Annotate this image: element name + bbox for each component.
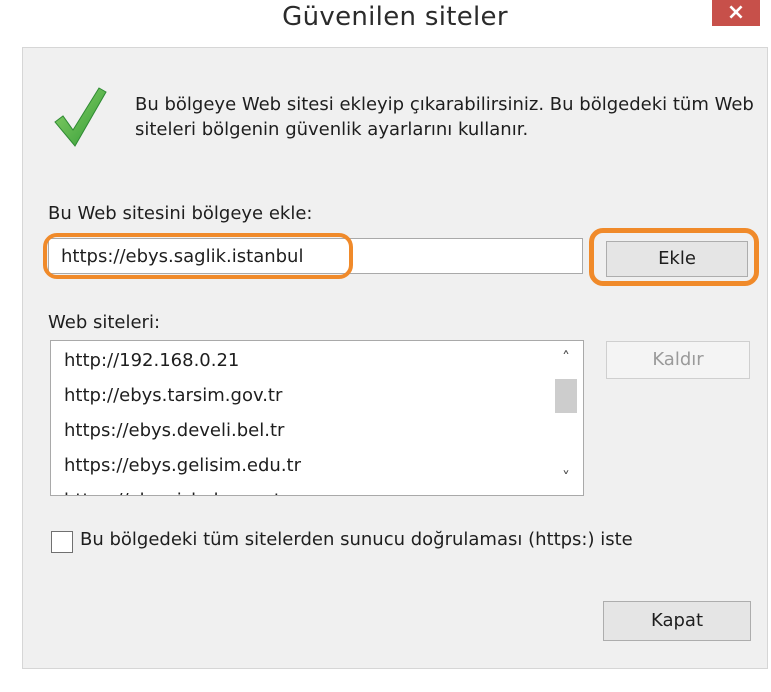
site-list-items: http://192.168.0.21 http://ebys.tarsim.g… bbox=[64, 346, 544, 495]
site-url-input[interactable] bbox=[48, 238, 583, 274]
add-site-label: Bu Web sitesini bölgeye ekle: bbox=[48, 203, 313, 224]
https-option-label: Bu bölgedeki tüm sitelerden sunucu doğru… bbox=[80, 529, 633, 550]
info-text: Bu bölgeye Web sitesi ekleyip çıkarabili… bbox=[135, 94, 754, 140]
dialog-content: Bu bölgeye Web sitesi ekleyip çıkarabili… bbox=[22, 47, 768, 669]
scroll-down-icon[interactable]: ˅ bbox=[549, 461, 583, 495]
close-button[interactable]: Kapat bbox=[603, 601, 751, 641]
list-item[interactable]: http://ebys.tarsim.gov.tr bbox=[64, 381, 544, 416]
list-item[interactable]: https://ebys.ishak.com.tr bbox=[64, 486, 544, 495]
list-item[interactable]: https://ebys.gelisim.edu.tr bbox=[64, 451, 544, 486]
list-scrollbar[interactable]: ˄ ˅ bbox=[549, 341, 583, 495]
list-item[interactable]: http://192.168.0.21 bbox=[64, 346, 544, 381]
title-bar: Güvenilen siteler × bbox=[0, 0, 771, 40]
window-edge bbox=[0, 40, 4, 692]
scroll-up-icon[interactable]: ˄ bbox=[549, 341, 583, 375]
add-button[interactable]: Ekle bbox=[606, 241, 748, 277]
close-icon[interactable]: × bbox=[712, 0, 760, 26]
list-item[interactable]: https://ebys.develi.bel.tr bbox=[64, 416, 544, 451]
remove-button[interactable]: Kaldır bbox=[606, 341, 750, 379]
web-sites-label: Web siteleri: bbox=[48, 312, 161, 333]
https-checkbox[interactable] bbox=[51, 531, 73, 553]
trusted-sites-dialog: Güvenilen siteler × Bu bölgeye Web sites… bbox=[0, 0, 771, 692]
checkmark-icon bbox=[54, 87, 107, 147]
web-sites-list[interactable]: http://192.168.0.21 http://ebys.tarsim.g… bbox=[50, 340, 584, 496]
dialog-title: Güvenilen siteler bbox=[282, 2, 508, 32]
scroll-thumb[interactable] bbox=[555, 379, 577, 413]
